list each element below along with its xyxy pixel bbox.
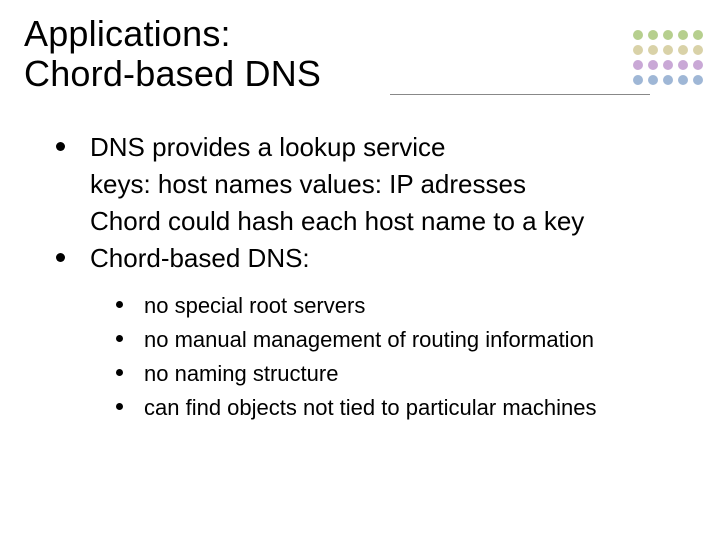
sub-bullet-list: no special root servers no manual manage… bbox=[116, 290, 690, 424]
dot-icon bbox=[648, 75, 658, 85]
dot-icon bbox=[648, 30, 658, 40]
decorative-dot-grid bbox=[633, 30, 708, 87]
dot-icon bbox=[693, 30, 703, 40]
bullet-item-1-cont-a: keys: host names values: IP adresses bbox=[56, 167, 690, 202]
bullet-icon bbox=[116, 301, 123, 308]
dot-icon bbox=[633, 60, 643, 70]
dot-icon bbox=[648, 45, 658, 55]
dot-icon bbox=[693, 75, 703, 85]
bullet-item-2: Chord-based DNS: bbox=[56, 241, 690, 276]
bullet-item-1-cont-b: Chord could hash each host name to a key bbox=[56, 204, 690, 239]
title-line-1: Applications: bbox=[24, 14, 321, 54]
bullet-icon bbox=[116, 403, 123, 410]
dot-icon bbox=[633, 75, 643, 85]
dot-icon bbox=[678, 60, 688, 70]
slide-title: Applications: Chord-based DNS bbox=[24, 14, 321, 95]
bullet-item-1: DNS provides a lookup service bbox=[56, 130, 690, 165]
dot-icon bbox=[663, 45, 673, 55]
dot-icon bbox=[663, 75, 673, 85]
title-line-2: Chord-based DNS bbox=[24, 54, 321, 94]
bullet-icon bbox=[56, 253, 65, 262]
bullet-icon bbox=[116, 369, 123, 376]
dot-icon bbox=[663, 60, 673, 70]
dot-icon bbox=[633, 30, 643, 40]
title-divider bbox=[390, 94, 650, 95]
dot-icon bbox=[693, 45, 703, 55]
bullet-icon bbox=[56, 142, 65, 151]
dot-icon bbox=[693, 60, 703, 70]
dot-icon bbox=[633, 45, 643, 55]
dot-icon bbox=[678, 30, 688, 40]
bullet-icon bbox=[116, 335, 123, 342]
dot-icon bbox=[663, 30, 673, 40]
sub-bullet-text: no special root servers bbox=[144, 293, 365, 318]
sub-bullet-item: no special root servers bbox=[116, 290, 690, 322]
dot-icon bbox=[678, 75, 688, 85]
slide-body: DNS provides a lookup service keys: host… bbox=[56, 130, 690, 426]
bullet-text: Chord-based DNS: bbox=[90, 243, 310, 273]
sub-bullet-text: can find objects not tied to particular … bbox=[144, 395, 596, 420]
sub-bullet-item: can find objects not tied to particular … bbox=[116, 392, 690, 424]
sub-bullet-text: no naming structure bbox=[144, 361, 338, 386]
dot-icon bbox=[678, 45, 688, 55]
sub-bullet-item: no naming structure bbox=[116, 358, 690, 390]
dot-icon bbox=[648, 60, 658, 70]
bullet-text: DNS provides a lookup service bbox=[90, 132, 446, 162]
sub-bullet-item: no manual management of routing informat… bbox=[116, 324, 690, 356]
sub-bullet-text: no manual management of routing informat… bbox=[144, 327, 594, 352]
slide: Applications: Chord-based DNS DNS provid… bbox=[0, 0, 720, 540]
